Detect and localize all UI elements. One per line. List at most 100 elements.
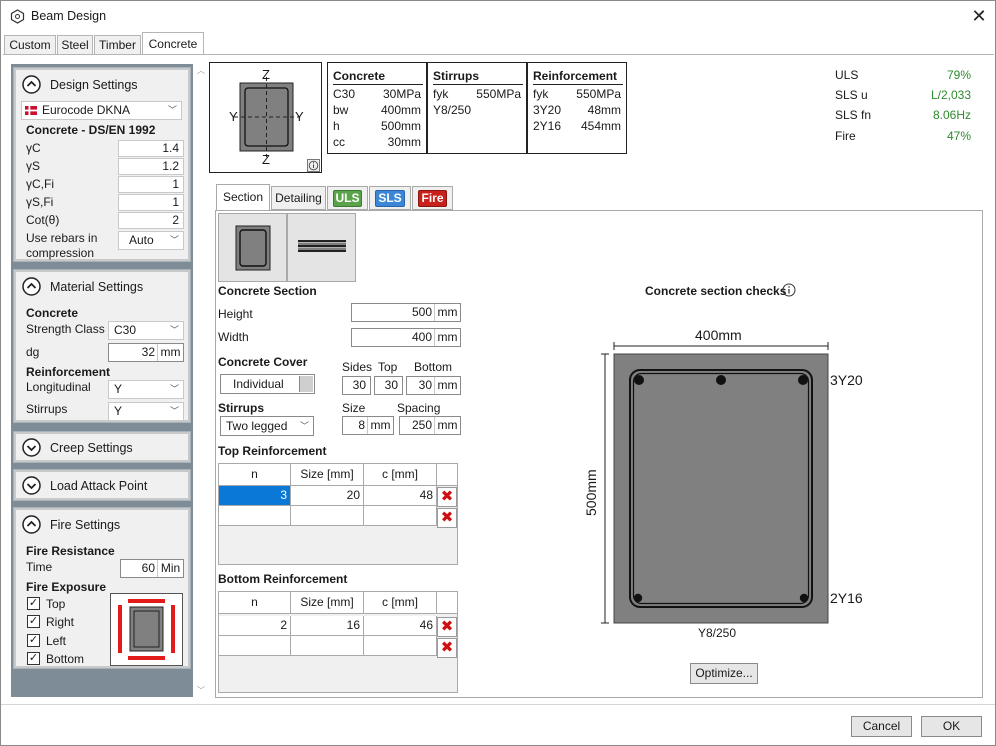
bottom-cover-input[interactable]: 30 mm — [406, 376, 461, 395]
load-attack-title: Load Attack Point — [50, 479, 148, 493]
info-icon[interactable] — [782, 283, 796, 297]
close-icon[interactable]: ✕ — [967, 5, 991, 27]
creep-settings-group[interactable]: Creep Settings — [13, 431, 191, 463]
cover-mode-toggle[interactable]: Individual — [220, 374, 315, 394]
dg-input[interactable]: 32 mm — [108, 343, 184, 362]
design-code-select[interactable]: Eurocode DKNA ﹀ — [21, 101, 182, 120]
tab-section[interactable]: Section — [216, 184, 270, 211]
exposure-top-label: Top — [46, 597, 66, 611]
stirrups-value: Y — [114, 404, 123, 418]
bottom-new-row-size[interactable] — [291, 636, 364, 656]
ok-button[interactable]: OK — [921, 716, 982, 737]
width-unit: mm — [434, 329, 460, 346]
dg-value: 32 — [141, 345, 155, 359]
cot-theta-input[interactable]: 2 — [118, 212, 184, 229]
collapse-up-icon[interactable] — [22, 75, 41, 94]
width-input[interactable]: 400 mm — [351, 328, 461, 347]
height-input[interactable]: 500 mm — [351, 303, 461, 322]
stirrup-fyk-value: 550MPa — [476, 87, 521, 101]
tab-steel[interactable]: Steel — [57, 35, 93, 55]
load-attack-group[interactable]: Load Attack Point — [13, 469, 191, 501]
stirrup-spec: Y8/250 — [433, 103, 472, 117]
bottom-row-1-n[interactable]: 2 — [219, 616, 291, 636]
top-new-row-c[interactable] — [364, 506, 437, 526]
tab-custom[interactable]: Custom — [4, 35, 56, 55]
delete-row-icon[interactable]: ✖ — [437, 638, 457, 658]
delete-row-icon[interactable]: ✖ — [437, 617, 457, 637]
delete-row-icon[interactable]: ✖ — [437, 508, 457, 528]
sls-u-status-value: L/2,033 — [930, 88, 971, 102]
beam-elevation-button[interactable] — [287, 213, 356, 282]
collapse-up-icon[interactable] — [22, 515, 41, 534]
stirrup-spacing-input[interactable]: 250 mm — [399, 416, 461, 435]
tab-sls[interactable]: SLS — [369, 186, 411, 210]
gamma-s-input[interactable]: 1.2 — [118, 158, 184, 175]
tab-uls[interactable]: ULS — [327, 186, 368, 210]
gamma-c-input[interactable]: 1.4 — [118, 140, 184, 157]
gamma-s-label: γS — [26, 159, 41, 173]
longitudinal-select[interactable]: Y ﹀ — [108, 380, 184, 399]
bottom-new-row-c[interactable] — [364, 636, 437, 656]
divider — [533, 84, 623, 85]
rebar-compression-select[interactable]: Auto ﹀ — [118, 231, 184, 250]
optimize-button[interactable]: Optimize... — [690, 663, 758, 684]
stirrups-select[interactable]: Y ﹀ — [108, 402, 184, 421]
tab-concrete[interactable]: Concrete — [142, 32, 204, 55]
fire-settings-header[interactable]: Fire Settings — [16, 510, 188, 538]
bottom-new-row-n[interactable] — [219, 636, 291, 656]
scroll-down-icon[interactable]: ﹀ — [197, 685, 205, 696]
top-new-row-size[interactable] — [291, 506, 364, 526]
strength-class-select[interactable]: C30 ﹀ — [108, 321, 184, 340]
delete-row-icon[interactable]: ✖ — [437, 487, 457, 507]
bottom-row-1-c[interactable]: 46 — [364, 616, 437, 636]
exposure-left-checkbox[interactable]: ✓ — [27, 634, 40, 647]
top-row-1-size[interactable]: 20 — [291, 486, 364, 506]
bottom-row-1-size[interactable]: 16 — [291, 616, 364, 636]
rectangular-section-button[interactable] — [218, 213, 287, 282]
material-settings-title: Material Settings — [50, 280, 144, 294]
concrete-class: C30 — [333, 87, 356, 101]
col-n-header: n — [219, 464, 291, 486]
tab-fire[interactable]: Fire — [412, 186, 453, 210]
dg-label: dg — [26, 345, 40, 359]
fire-status-label: Fire — [835, 129, 856, 143]
reinf-fyk-label: fyk — [533, 87, 549, 101]
info-icon[interactable] — [307, 159, 320, 172]
stirrup-size-input[interactable]: 8 mm — [342, 416, 394, 435]
stirrup-fyk-label: fyk — [433, 87, 449, 101]
exposure-top-checkbox[interactable]: ✓ — [27, 597, 40, 610]
top-row-1-c[interactable]: 48 — [364, 486, 437, 506]
scroll-up-icon[interactable]: ︿ — [197, 65, 205, 76]
gamma-s-fi-input[interactable]: 1 — [118, 194, 184, 211]
stirrup-type-select[interactable]: Two legged ﹀ — [220, 416, 314, 436]
fire-time-label: Time — [26, 560, 53, 574]
fire-time-input[interactable]: 60 Min — [120, 559, 184, 578]
sides-input[interactable]: 30 — [342, 376, 371, 395]
material-settings-header[interactable]: Material Settings — [16, 272, 188, 300]
bottom-cover-unit: mm — [434, 377, 460, 394]
width-label: Width — [218, 330, 249, 344]
exposure-right-checkbox[interactable]: ✓ — [27, 615, 40, 628]
top-row-1-n[interactable]: 3 — [219, 486, 291, 506]
expand-down-icon[interactable] — [22, 438, 41, 457]
tab-detailing[interactable]: Detailing — [271, 186, 326, 210]
title-bar: Beam Design ✕ — [1, 1, 995, 32]
top-new-row-n[interactable] — [219, 506, 291, 526]
expand-down-icon[interactable] — [22, 476, 41, 495]
stirrup-spacing-label: Spacing — [397, 401, 441, 415]
section-thumbnail: Z Z Y Y — [209, 62, 322, 173]
stirrup-spacing-value: 250 — [411, 418, 432, 432]
gamma-c-fi-input[interactable]: 1 — [118, 176, 184, 193]
gamma-c-label: γC — [26, 141, 41, 155]
uls-status-value: 79% — [946, 68, 971, 82]
design-settings-header[interactable]: Design Settings — [16, 70, 188, 98]
stirrup-annotation: Y8/250 — [698, 626, 737, 640]
top-cover-input[interactable]: 30 — [374, 376, 403, 395]
tab-timber[interactable]: Timber — [94, 35, 141, 55]
toggle-handle[interactable] — [299, 376, 313, 392]
exposure-bottom-checkbox[interactable]: ✓ — [27, 652, 40, 665]
stirrup-size-label: Size — [342, 401, 366, 415]
chevron-down-icon: ﹀ — [169, 325, 179, 335]
cancel-button[interactable]: Cancel — [851, 716, 912, 737]
collapse-up-icon[interactable] — [22, 277, 41, 296]
